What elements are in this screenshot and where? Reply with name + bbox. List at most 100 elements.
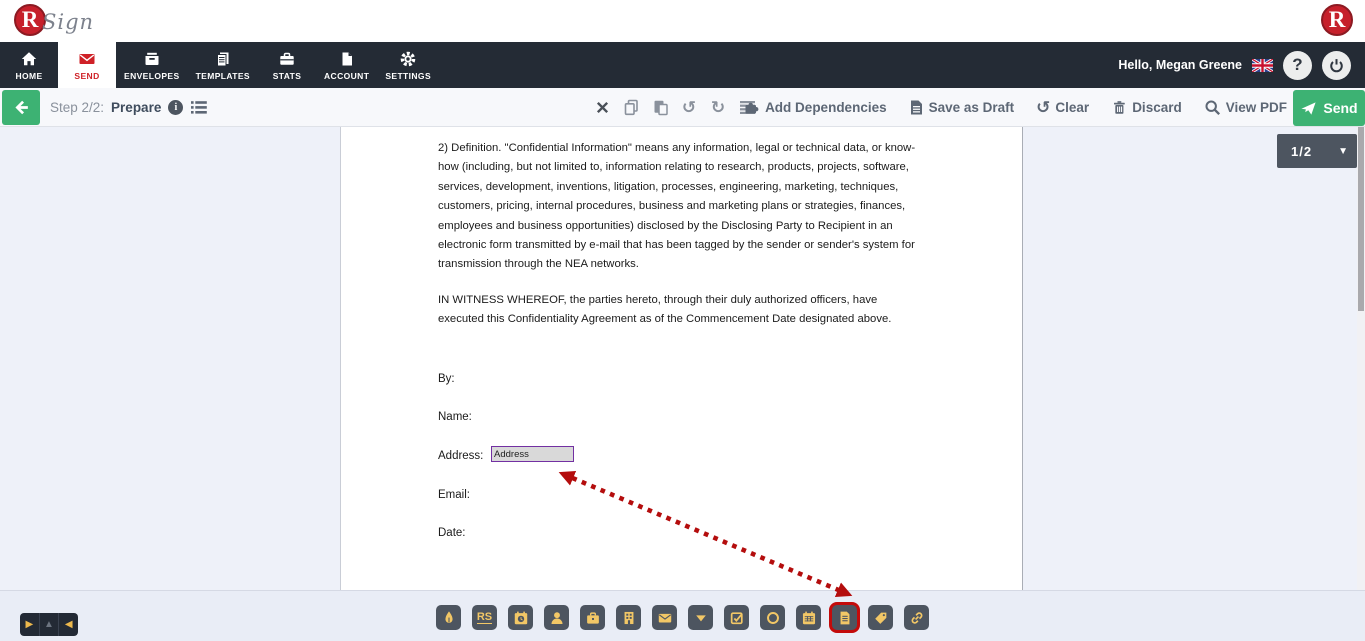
arrow-left-icon — [12, 98, 31, 117]
doc-field-email: Email: — [438, 489, 470, 501]
tab-settings-label: SETTINGS — [385, 71, 431, 81]
copy-button[interactable] — [621, 97, 641, 117]
name-field-button[interactable] — [544, 605, 569, 630]
back-button[interactable] — [2, 90, 40, 125]
address-field-input[interactable] — [491, 446, 574, 462]
document-workspace: 2) Definition. "Confidential Information… — [0, 127, 1365, 590]
field-icons-row: RS — [0, 605, 1365, 630]
page-indicator-dropdown[interactable]: 1/2 ▼ — [1277, 134, 1357, 168]
chevron-down-icon: ▼ — [1338, 146, 1348, 157]
logout-button[interactable] — [1322, 51, 1351, 80]
tab-envelopes[interactable]: ENVELOPES — [116, 42, 188, 88]
doc-paragraph-definition: 2) Definition. "Confidential Information… — [438, 139, 918, 275]
tab-home-label: HOME — [15, 71, 42, 81]
company-field-button[interactable] — [616, 605, 641, 630]
date-signed-field-button[interactable] — [508, 605, 533, 630]
field-toolbar: ▶ ▲ ◀ RS — [0, 590, 1365, 641]
trash-icon — [1111, 99, 1127, 116]
date-signed-icon — [513, 610, 529, 626]
label-field-button[interactable] — [868, 605, 893, 630]
signature-field-button[interactable] — [436, 605, 461, 630]
uk-flag-icon[interactable] — [1252, 59, 1273, 72]
page-number: 1/2 — [1291, 144, 1312, 159]
send-label: Send — [1323, 100, 1357, 116]
draft-document-icon — [909, 99, 924, 116]
step-name: Prepare — [111, 100, 161, 115]
checkbox-icon — [729, 610, 745, 626]
list-icon[interactable] — [190, 99, 208, 116]
radio-button-icon — [765, 610, 781, 626]
clear-button[interactable]: ↺ Clear — [1036, 99, 1089, 116]
text-field-icon — [837, 610, 853, 626]
tab-templates-label: TEMPLATES — [196, 71, 250, 81]
tab-stats[interactable]: STATS — [258, 42, 316, 88]
company-building-icon — [621, 610, 637, 626]
clear-undo-icon: ↺ — [1036, 99, 1050, 116]
redo-button[interactable]: ↻ — [708, 97, 728, 117]
templates-pages-icon — [214, 50, 232, 68]
signature-icon — [441, 610, 457, 626]
paper-plane-icon — [1300, 100, 1317, 117]
power-icon — [1328, 57, 1345, 74]
dropdown-field-button[interactable] — [688, 605, 713, 630]
discard-button[interactable]: Discard — [1111, 99, 1182, 116]
radio-field-button[interactable] — [760, 605, 785, 630]
step-label: Step 2/2: — [50, 100, 104, 115]
envelopes-tray-icon — [143, 50, 161, 68]
hyperlink-icon — [909, 610, 925, 626]
send-envelope-icon — [78, 50, 96, 68]
calendar-icon — [801, 610, 817, 626]
document-page: 2) Definition. "Confidential Information… — [340, 127, 1023, 590]
tab-settings[interactable]: SETTINGS — [377, 42, 439, 88]
view-pdf-button[interactable]: View PDF — [1204, 99, 1287, 116]
title-field-button[interactable] — [580, 605, 605, 630]
delete-x-icon — [595, 100, 610, 115]
doc-field-name: Name: — [438, 411, 472, 423]
tab-send[interactable]: SEND — [58, 42, 116, 88]
stats-briefcase-icon — [278, 50, 296, 68]
r-logo-right: R — [1321, 4, 1353, 36]
undo-button[interactable]: ↺ — [679, 97, 699, 117]
paste-button[interactable] — [650, 97, 670, 117]
save-as-draft-label: Save as Draft — [929, 100, 1015, 115]
paste-icon — [652, 99, 669, 116]
home-icon — [20, 50, 38, 68]
add-dependencies-button[interactable]: Add Dependencies — [743, 99, 887, 116]
doc-field-date: Date: — [438, 527, 466, 539]
rsign-script-text: Sign — [42, 10, 94, 34]
info-icon[interactable]: i — [168, 100, 183, 115]
tab-account-label: ACCOUNT — [324, 71, 369, 81]
tab-stats-label: STATS — [273, 71, 302, 81]
tab-templates[interactable]: TEMPLATES — [188, 42, 258, 88]
dropdown-icon — [693, 610, 709, 626]
main-nav: HOME SEND ENVELOPES TEMPLATES STATS ACCO… — [0, 42, 1365, 88]
text-field-button[interactable] — [832, 605, 857, 630]
send-button[interactable]: Send — [1293, 90, 1365, 126]
hyperlink-field-button[interactable] — [904, 605, 929, 630]
settings-gear-icon — [399, 50, 417, 68]
help-question-icon: ? — [1292, 55, 1302, 75]
discard-label: Discard — [1132, 100, 1182, 115]
copy-icon — [623, 99, 640, 116]
tab-home[interactable]: HOME — [0, 42, 58, 88]
rsign-logo: R Sign — [14, 4, 94, 36]
clear-label: Clear — [1055, 100, 1089, 115]
title-briefcase-icon — [585, 610, 601, 626]
date-field-button[interactable] — [796, 605, 821, 630]
redo-icon: ↻ — [711, 99, 725, 116]
checkbox-field-button[interactable] — [724, 605, 749, 630]
tab-send-label: SEND — [74, 71, 99, 81]
tab-account[interactable]: ACCOUNT — [316, 42, 377, 88]
vertical-scrollbar[interactable] — [1357, 127, 1365, 590]
toolbar-actions: Add Dependencies Save as Draft ↺ Clear D… — [743, 88, 1287, 126]
save-as-draft-button[interactable]: Save as Draft — [909, 99, 1015, 116]
email-field-button[interactable] — [652, 605, 677, 630]
r-circle-icon: R — [1321, 4, 1353, 36]
prepare-toolbar: Step 2/2: Prepare i ↺ ↻ Add Dependencies… — [0, 88, 1365, 127]
initials-field-button[interactable]: RS — [472, 605, 497, 630]
scrollbar-thumb[interactable] — [1358, 127, 1364, 311]
delete-field-button[interactable] — [592, 97, 612, 117]
name-person-icon — [549, 610, 565, 626]
help-button[interactable]: ? — [1283, 51, 1312, 80]
step-area: Step 2/2: Prepare i — [50, 88, 208, 126]
